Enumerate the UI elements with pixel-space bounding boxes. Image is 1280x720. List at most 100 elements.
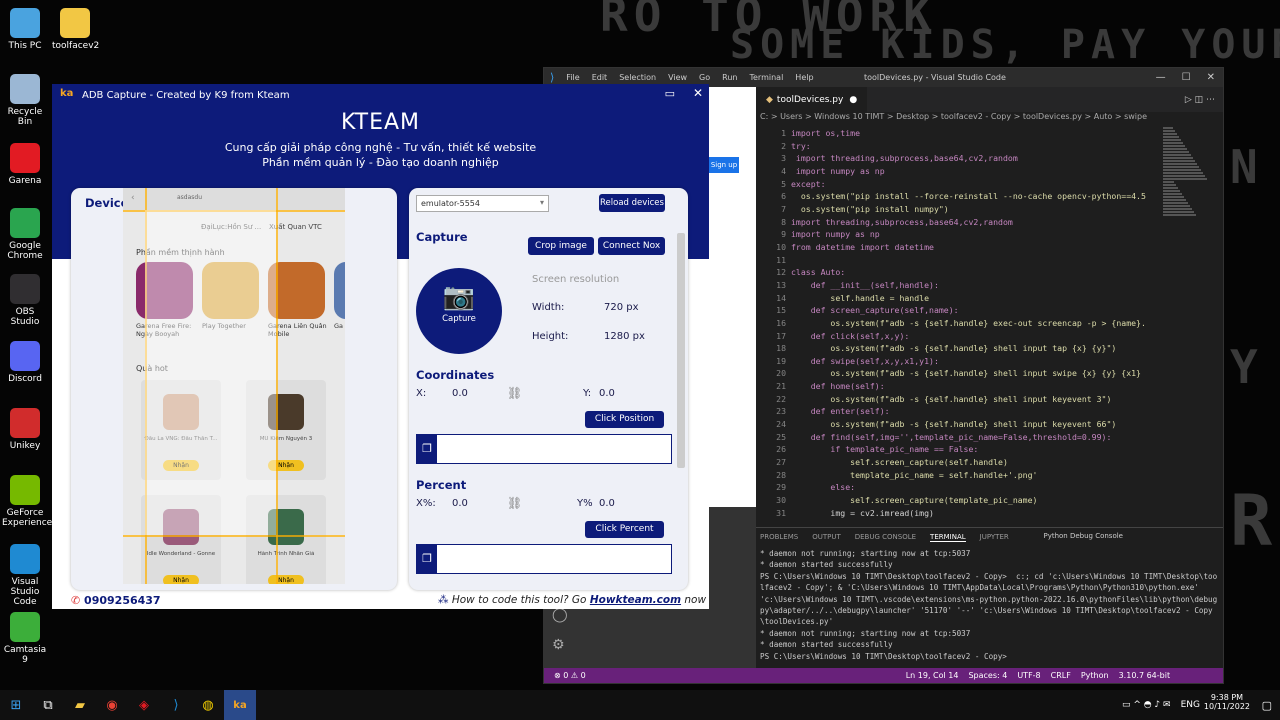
- maximize-icon[interactable]: ☐: [1182, 72, 1191, 83]
- copy-icon[interactable]: ❐: [417, 545, 437, 573]
- garena-icon[interactable]: ◈: [128, 690, 160, 720]
- editor-tabs: ◆ toolDevices.py ● ▷ ◫ ⋯: [756, 87, 1223, 112]
- minimap-line: [1163, 157, 1193, 159]
- code-line: 11: [776, 254, 786, 265]
- copy-icon[interactable]: ❐: [417, 435, 437, 463]
- unikey-icon[interactable]: ◍: [192, 690, 224, 720]
- minimap-line: [1163, 142, 1183, 144]
- camtasia-icon: [10, 612, 40, 642]
- vscode-icon[interactable]: ⟩: [160, 690, 192, 720]
- share-icon: ⁂: [438, 594, 452, 606]
- menu-item[interactable]: View: [668, 73, 687, 82]
- scrollbar[interactable]: [677, 233, 685, 468]
- status-encoding[interactable]: UTF-8: [1017, 671, 1040, 680]
- desktop-icon-camtasia[interactable]: Camtasia 9: [2, 612, 48, 665]
- phone-icon: ✆: [71, 594, 85, 607]
- status-language[interactable]: Python: [1081, 671, 1109, 680]
- code-line: 27 self.screen_capture(self.handle): [776, 457, 1008, 468]
- menu-item[interactable]: Selection: [619, 73, 656, 82]
- menu-item[interactable]: File: [566, 73, 579, 82]
- notification-icon[interactable]: ▢: [1262, 699, 1272, 712]
- breadcrumb[interactable]: C: > Users > Windows 10 TIMT > Desktop >…: [756, 112, 1223, 127]
- code-line: 24 os.system(f"adb -s {self.handle} shel…: [776, 419, 1117, 430]
- close-icon[interactable]: ✕: [1207, 72, 1215, 83]
- sign-up-button[interactable]: Sign up: [709, 157, 739, 173]
- panel-tab[interactable]: OUTPUT: [812, 533, 841, 541]
- panel-tab[interactable]: TERMINAL: [930, 533, 966, 542]
- system-tray[interactable]: ▭ ^ ◓ ♪ ✉ ENG: [1122, 700, 1200, 710]
- panel-tab[interactable]: JUPYTER: [980, 533, 1009, 541]
- connect-nox-button[interactable]: Connect Nox: [598, 237, 665, 255]
- chrome-icon[interactable]: ◉: [96, 690, 128, 720]
- code-line: 3 import threading,subprocess,base64,cv2…: [781, 153, 1018, 164]
- status-spaces[interactable]: Spaces: 4: [968, 671, 1007, 680]
- desktop-icon-label: Garena: [8, 176, 42, 186]
- desktop-icon-unikey[interactable]: Unikey: [2, 408, 48, 451]
- menu-item[interactable]: Terminal: [749, 73, 783, 82]
- menu-item[interactable]: Run: [722, 73, 737, 82]
- desktop-icon-vscode[interactable]: Visual Studio Code: [2, 544, 48, 607]
- tagline-2: Phần mềm quản lý - Đào tạo doanh nghiệp: [262, 156, 499, 169]
- desktop-icon-garena[interactable]: Garena: [2, 143, 48, 186]
- obs-icon: [10, 274, 40, 304]
- start-windows-icon[interactable]: ⊞: [0, 690, 32, 720]
- task-view-icon[interactable]: ⧉: [32, 690, 64, 720]
- code-editor[interactable]: 1 import os,time 2 try: 3 import threading,s…: [756, 127, 1163, 522]
- click-position-button[interactable]: Click Position: [585, 411, 664, 428]
- desktop-icon-nvidia[interactable]: GeForce Experience: [2, 475, 52, 528]
- minimap-line: [1163, 172, 1203, 174]
- desktop-icon-recycle-bin[interactable]: Recycle Bin: [2, 74, 48, 127]
- terminal-output[interactable]: * daemon not running; starting now at tc…: [756, 546, 1223, 664]
- howkteam-link[interactable]: Howkteam.com: [590, 594, 681, 606]
- capture-header: Capture: [416, 230, 468, 244]
- menu-item[interactable]: Help: [795, 73, 813, 82]
- emulator-select[interactable]: emulator-5554 ▾: [416, 195, 549, 212]
- game-name: Hành Trình Nhẫn Giả: [257, 551, 315, 557]
- tray-icons: ▭ ^ ◓ ♪ ✉: [1121, 700, 1171, 710]
- status-bar: ⊗ 0 ⚠ 0 Ln 19, Col 14 Spaces: 4 UTF-8 CR…: [544, 668, 1223, 683]
- link-icon: ⛓: [507, 386, 523, 400]
- desktop-icon-computer[interactable]: This PC: [2, 8, 48, 51]
- minimap-line: [1163, 202, 1188, 204]
- status-position[interactable]: Ln 19, Col 14: [906, 671, 959, 680]
- desktop-icon-obs[interactable]: OBS Studio: [2, 274, 48, 327]
- phone-screen-preview[interactable]: ‹ asdasdu ĐạiLục:Hồn Sư ... Xuất Quan VT…: [123, 188, 345, 584]
- menu-item[interactable]: Go: [699, 73, 710, 82]
- desktop-icon-discord[interactable]: Discord: [2, 341, 48, 384]
- kteam-app-icon: ka: [60, 88, 74, 99]
- menu-item[interactable]: Edit: [592, 73, 608, 82]
- account-icon[interactable]: ◯: [552, 607, 568, 623]
- x-value: 0.0: [452, 388, 468, 399]
- reload-devices-button[interactable]: Reload devices: [599, 194, 665, 212]
- desktop-icon-label: Google Chrome: [7, 241, 43, 261]
- desktop-icon-folder[interactable]: toolfacev2: [52, 8, 99, 51]
- minimap-line: [1163, 130, 1175, 132]
- status-interpreter[interactable]: 3.10.7 64-bit: [1119, 671, 1171, 680]
- nvidia-icon: [10, 475, 40, 505]
- position-output[interactable]: ❐: [416, 434, 672, 464]
- claim-button[interactable]: Nhận: [163, 575, 199, 584]
- run-icon[interactable]: ▷ ◫ ⋯: [1185, 95, 1215, 105]
- panel-tab[interactable]: PROBLEMS: [760, 533, 798, 541]
- debug-console-select[interactable]: Python Debug Console: [1043, 532, 1123, 540]
- claim-button[interactable]: Nhận: [268, 575, 304, 584]
- click-percent-button[interactable]: Click Percent: [585, 521, 664, 538]
- close-icon[interactable]: ✕: [693, 86, 703, 100]
- adb-titlebar: ka ADB Capture - Created by K9 from Ktea…: [52, 84, 709, 106]
- tab-tooldevices[interactable]: ◆ toolDevices.py ●: [756, 87, 868, 112]
- file-explorer-icon[interactable]: ▰: [64, 690, 96, 720]
- status-eol[interactable]: CRLF: [1051, 671, 1071, 680]
- settings-gear-icon[interactable]: ⚙: [552, 637, 565, 653]
- panel-tab[interactable]: DEBUG CONSOLE: [855, 533, 916, 541]
- minimap[interactable]: [1163, 127, 1213, 217]
- minimize-icon[interactable]: ▭: [665, 87, 675, 100]
- percent-output[interactable]: ❐: [416, 544, 672, 574]
- desktop-icon-chrome[interactable]: Google Chrome: [2, 208, 48, 261]
- clock[interactable]: 9:38 PM 10/11/2022: [1204, 693, 1250, 711]
- crop-image-button[interactable]: Crop image: [528, 237, 594, 255]
- crop-selection[interactable]: [145, 210, 276, 535]
- capture-button[interactable]: 📷 Capture: [416, 268, 502, 354]
- kteam-taskbar-icon[interactable]: ka: [224, 690, 256, 720]
- status-problems[interactable]: ⊗ 0 ⚠ 0: [554, 671, 586, 680]
- minimize-icon[interactable]: —: [1156, 72, 1166, 83]
